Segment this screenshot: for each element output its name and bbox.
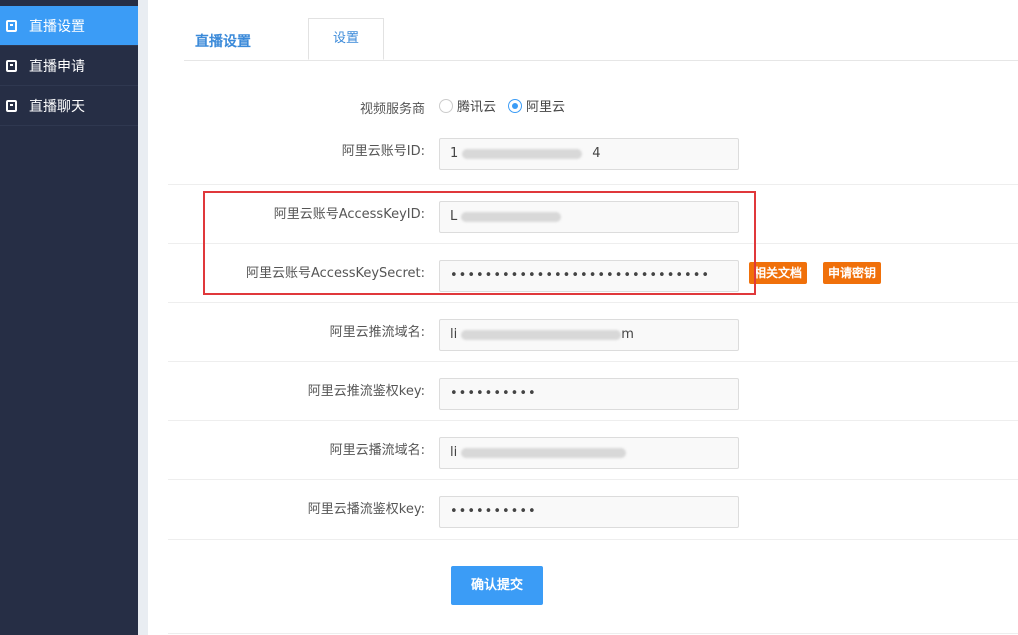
sidebar-menu: 直播设置 直播申请 直播聊天 [0, 6, 138, 126]
document-icon [6, 19, 17, 32]
apply-key-button[interactable]: 申请密钥 [823, 262, 882, 284]
document-icon [6, 99, 17, 112]
push-domain-label: 阿里云推流域名: [329, 325, 425, 340]
sidebar-item-label: 直播聊天 [29, 98, 85, 115]
input-value: 1 [450, 146, 459, 161]
push-domain-row: 阿里云推流域名: li m [168, 302, 1018, 361]
input-value: m [621, 327, 634, 342]
play-domain-row: 阿里云播流域名: li [168, 420, 1018, 479]
play-auth-key-row: 阿里云播流鉴权key: •••••••••• [168, 479, 1018, 538]
redacted-blur [461, 447, 627, 458]
access-key-secret-label: 阿里云账号AccessKeySecret: [245, 266, 425, 281]
account-id-input[interactable]: 14 [439, 138, 739, 170]
provider-radio-group: 腾讯云 阿里云 [439, 96, 577, 115]
access-key-id-input[interactable]: L [439, 201, 739, 233]
input-value: L [450, 209, 458, 224]
sidebar-item-live-apply[interactable]: 直播申请 [0, 46, 138, 86]
divider [168, 633, 1018, 634]
document-icon [6, 59, 17, 72]
tab-bar: 直播设置 设置 [184, 18, 1018, 61]
provider-label: 视频服务商 [359, 102, 425, 117]
radio-tencent[interactable] [439, 98, 453, 113]
play-domain-label: 阿里云播流域名: [329, 443, 425, 458]
input-value: li [450, 445, 458, 460]
input-value: li [450, 327, 458, 342]
access-key-secret-row: 阿里云账号AccessKeySecret: ••••••••••••••••••… [168, 243, 1018, 302]
account-id-label: 阿里云账号ID: [341, 144, 425, 159]
push-auth-key-row: 阿里云推流鉴权key: •••••••••• [168, 361, 1018, 420]
radio-aliyun[interactable] [508, 98, 523, 113]
radio-label: 阿里云 [526, 100, 566, 115]
push-auth-key-label: 阿里云推流鉴权key: [307, 384, 425, 399]
sidebar-item-live-chat[interactable]: 直播聊天 [0, 86, 138, 126]
access-key-id-row: 阿里云账号AccessKeyID: L [168, 184, 1018, 243]
redacted-blur [461, 211, 562, 222]
submit-button[interactable]: 确认提交 [451, 566, 543, 605]
access-key-secret-input[interactable]: •••••••••••••••••••••••••••••• [439, 260, 739, 292]
docs-button[interactable]: 相关文档 [749, 262, 808, 284]
account-id-row: 阿里云账号ID: 14 [168, 122, 1018, 181]
sidebar-gutter [138, 0, 148, 635]
radio-option-tencent[interactable]: 腾讯云 [439, 96, 496, 115]
main-content: 直播设置 设置 视频服务商 腾讯云 阿里云 阿里云账号ID: 14 阿里云账号A… [148, 0, 1018, 635]
push-auth-key-input[interactable]: •••••••••• [439, 378, 739, 410]
sidebar-item-live-settings[interactable]: 直播设置 [0, 6, 138, 46]
push-domain-input[interactable]: li m [439, 319, 739, 351]
play-domain-input[interactable]: li [439, 437, 739, 469]
sidebar-item-label: 直播设置 [29, 18, 85, 35]
radio-option-aliyun[interactable]: 阿里云 [508, 96, 565, 115]
radio-label: 腾讯云 [457, 100, 497, 115]
play-auth-key-input[interactable]: •••••••••• [439, 496, 739, 528]
play-auth-key-label: 阿里云播流鉴权key: [307, 502, 425, 517]
access-key-id-label: 阿里云账号AccessKeyID: [273, 207, 425, 222]
sidebar-item-label: 直播申请 [29, 58, 85, 75]
tab-settings[interactable]: 设置 [308, 18, 384, 60]
redacted-blur [462, 148, 583, 159]
tab-live-settings[interactable]: 直播设置 [195, 31, 251, 51]
input-value: 4 [592, 146, 601, 161]
sidebar: 直播设置 直播申请 直播聊天 [0, 0, 138, 635]
divider [168, 539, 1018, 540]
redacted-blur [461, 329, 622, 340]
